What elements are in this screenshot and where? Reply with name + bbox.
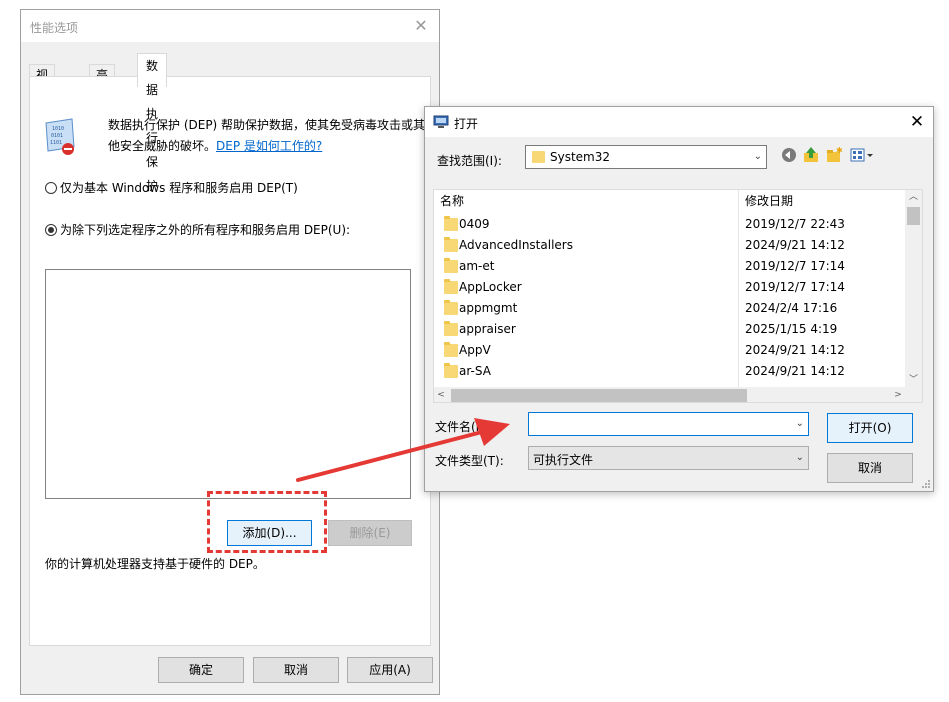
file-name-label: 文件名(N): [435, 420, 494, 434]
dep-help-link[interactable]: DEP 是如何工作的? [216, 139, 322, 153]
scroll-right-icon[interactable]: > [891, 387, 905, 402]
excluded-programs-list[interactable] [45, 269, 411, 499]
file-list[interactable]: ^ 名称 修改日期 0409 2019/12/7 22:43 AdvancedI… [433, 189, 923, 403]
hardware-dep-status: 你的计算机处理器支持基于硬件的 DEP。 [45, 557, 265, 571]
computer-icon [433, 115, 449, 128]
radio-all-except[interactable]: 为除下列选定程序之外的所有程序和服务启用 DEP(U): [45, 221, 350, 238]
annotation-highlight-box [207, 491, 327, 553]
file-name: AppLocker [459, 280, 522, 294]
folder-icon [444, 342, 458, 357]
list-item[interactable]: appmgmt 2024/2/4 17:16 [434, 298, 904, 319]
dep-shield-icon: 1010 0101 1101 [45, 118, 75, 155]
folder-icon [444, 300, 458, 315]
ok-button[interactable]: 确定 [158, 657, 244, 683]
title-bar[interactable]: 打开 ✕ [425, 107, 933, 137]
remove-button: 删除(E) [328, 520, 412, 546]
look-in-label: 查找范围(I): [437, 154, 502, 168]
list-item[interactable]: AppLocker 2019/12/7 17:14 [434, 277, 904, 298]
scroll-up-icon[interactable]: ︿ [905, 190, 922, 204]
resize-grip-icon[interactable] [921, 479, 931, 489]
radio-essential-label: 仅为基本 Windows 程序和服务启用 DEP(T) [60, 181, 298, 195]
svg-text:✱: ✱ [836, 146, 843, 155]
list-item[interactable]: 0409 2019/12/7 22:43 [434, 214, 904, 235]
radio-button-checked[interactable] [45, 223, 57, 236]
up-folder-icon[interactable] [802, 146, 820, 164]
scroll-left-icon[interactable]: < [434, 387, 448, 402]
list-item[interactable]: AppV 2024/9/21 14:12 [434, 340, 904, 361]
file-name: AppV [459, 343, 491, 357]
title-bar[interactable]: 性能选项 ✕ [21, 10, 439, 42]
chevron-down-icon[interactable]: ⌄ [796, 418, 804, 429]
tab-data-execution-prevention[interactable]: 数据执行保护 [137, 53, 168, 193]
file-date: 2019/12/7 22:43 [745, 217, 845, 231]
close-icon[interactable]: ✕ [907, 111, 927, 133]
view-menu-icon[interactable] [849, 146, 875, 164]
performance-options-dialog: 性能选项 ✕ 视觉效果 高级 数据执行保护 1010 0101 1101 数据执… [20, 9, 440, 695]
file-date: 2024/9/21 14:12 [745, 343, 845, 357]
cancel-button[interactable]: 取消 [253, 657, 339, 683]
column-header-modified[interactable]: 修改日期 [745, 190, 793, 212]
open-file-dialog: 打开 ✕ 查找范围(I): System32 ⌄ ✱ ^ 名称 修改日期 040… [424, 106, 934, 492]
list-item[interactable]: ar-SA 2024/9/21 14:12 [434, 361, 904, 382]
file-name: am-et [459, 259, 495, 273]
dialog-title: 性能选项 [30, 21, 79, 35]
folder-icon [532, 151, 545, 163]
file-date: 2025/1/15 4:19 [745, 322, 838, 336]
close-icon[interactable]: ✕ [411, 16, 431, 36]
back-icon[interactable] [780, 146, 798, 164]
file-name: AdvancedInstallers [459, 238, 573, 252]
list-item[interactable]: am-et 2019/12/7 17:14 [434, 256, 904, 277]
file-type-dropdown[interactable]: 可执行文件 ⌄ [528, 446, 809, 470]
file-name: 0409 [459, 217, 490, 231]
folder-icon [444, 258, 458, 273]
file-type-value: 可执行文件 [533, 453, 594, 467]
file-date: 2024/9/21 14:12 [745, 238, 845, 252]
new-folder-icon[interactable]: ✱ [825, 146, 843, 164]
apply-button[interactable]: 应用(A) [347, 657, 433, 683]
folder-icon [444, 321, 458, 336]
sort-caret-icon: ^ [582, 189, 591, 197]
folder-icon [444, 237, 458, 252]
chevron-down-icon: ⌄ [753, 151, 762, 162]
vertical-scrollbar[interactable]: ︿ ﹀ [905, 190, 922, 387]
scroll-down-icon[interactable]: ﹀ [905, 373, 922, 387]
scroll-corner [905, 387, 922, 402]
open-cancel-button[interactable]: 取消 [827, 453, 913, 483]
scroll-thumb[interactable] [907, 207, 920, 225]
folder-icon [444, 363, 458, 378]
file-name: appmgmt [459, 301, 518, 315]
file-date: 2024/2/4 17:16 [745, 301, 838, 315]
file-name: appraiser [459, 322, 516, 336]
svg-text:1101: 1101 [50, 140, 62, 146]
open-button[interactable]: 打开(O) [827, 413, 913, 443]
file-date: 2024/9/21 14:12 [745, 364, 845, 378]
file-name: ar-SA [459, 364, 491, 378]
list-item[interactable]: appraiser 2025/1/15 4:19 [434, 319, 904, 340]
horizontal-scrollbar[interactable]: < > [434, 387, 905, 402]
radio-essential-only[interactable]: 仅为基本 Windows 程序和服务启用 DEP(T) [45, 179, 298, 196]
chevron-down-icon: ⌄ [795, 452, 804, 463]
list-item[interactable]: AdvancedInstallers 2024/9/21 14:12 [434, 235, 904, 256]
radio-button[interactable] [45, 181, 57, 194]
look-in-dropdown[interactable]: System32 ⌄ [525, 145, 767, 169]
svg-text:1010: 1010 [52, 126, 64, 132]
file-date: 2019/12/7 17:14 [745, 259, 845, 273]
file-type-label: 文件类型(T): [435, 454, 504, 468]
dep-tab-panel: 1010 0101 1101 数据执行保护 (DEP) 帮助保护数据，使其免受病… [29, 76, 431, 646]
file-name-input[interactable]: ⌄ [528, 412, 809, 436]
folder-icon [444, 279, 458, 294]
folder-icon [444, 216, 458, 231]
scroll-thumb[interactable] [451, 389, 747, 402]
file-date: 2019/12/7 17:14 [745, 280, 845, 294]
column-header-name[interactable]: 名称 [440, 190, 464, 212]
radio-all-except-label: 为除下列选定程序之外的所有程序和服务启用 DEP(U): [60, 223, 351, 237]
dialog-title: 打开 [454, 117, 479, 131]
look-in-value: System32 [550, 150, 611, 164]
svg-text:0101: 0101 [51, 133, 63, 139]
